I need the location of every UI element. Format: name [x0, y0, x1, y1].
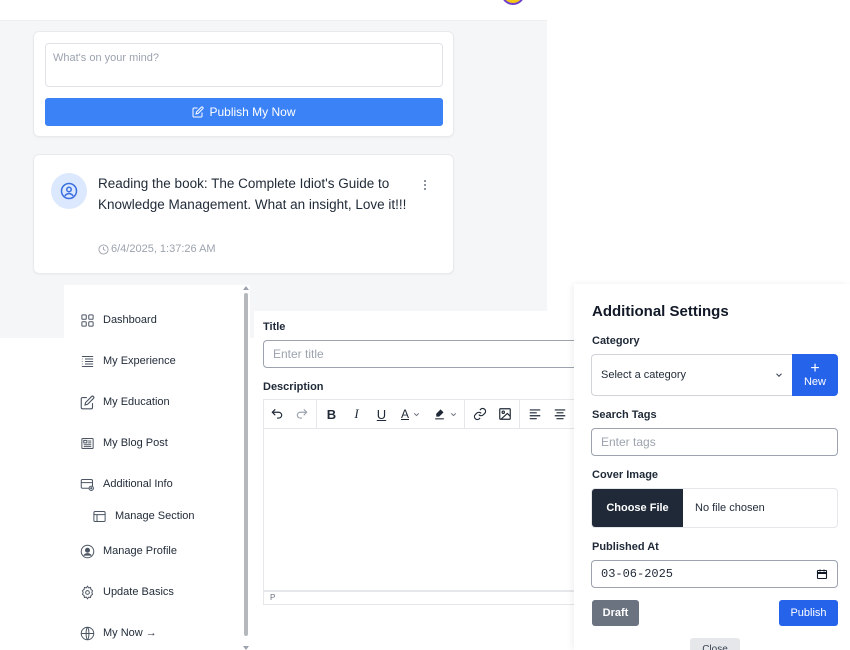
- settings-heading: Additional Settings: [592, 303, 729, 320]
- bold-icon[interactable]: B: [319, 399, 344, 429]
- sidebar-item-additional-info[interactable]: Additional Info: [80, 475, 173, 493]
- published-at-label: Published At: [592, 541, 659, 553]
- window-icon: [93, 510, 106, 522]
- sidebar-scrollbar[interactable]: [244, 293, 248, 636]
- draft-button[interactable]: Draft: [592, 600, 639, 626]
- now-composer: What's on your mind? Publish My Now: [33, 31, 454, 137]
- list-icon: [81, 355, 94, 367]
- publish-button[interactable]: Publish: [779, 600, 838, 626]
- globe-icon: [80, 626, 95, 640]
- sidebar-item-manage-profile[interactable]: Manage Profile: [80, 542, 177, 560]
- calendar-icon[interactable]: [816, 568, 828, 580]
- grid-icon: [81, 313, 94, 327]
- text-color-icon[interactable]: A: [394, 399, 428, 429]
- plus-icon: +: [810, 360, 820, 377]
- gear-icon: [81, 584, 94, 600]
- cover-image-input: Choose File No file chosen: [591, 488, 838, 528]
- sidebar-item-label: My Experience: [103, 355, 176, 367]
- description-label: Description: [263, 381, 324, 393]
- sidebar-item-label: Dashboard: [103, 314, 157, 326]
- new-category-button[interactable]: + New: [792, 354, 838, 396]
- choose-file-button[interactable]: Choose File: [592, 489, 683, 527]
- close-button[interactable]: Close: [690, 638, 740, 650]
- user-circle-icon: [80, 544, 95, 558]
- description-editor[interactable]: [263, 429, 593, 591]
- sidebar-item-my-education[interactable]: My Education: [80, 393, 170, 411]
- now-input[interactable]: What's on your mind?: [45, 43, 443, 87]
- align-center-icon[interactable]: [547, 399, 572, 429]
- clock-icon: [98, 243, 109, 255]
- publish-my-now-label: Publish My Now: [209, 105, 296, 119]
- published-at-input[interactable]: 03-06-2025: [591, 560, 838, 588]
- tags-label: Search Tags: [592, 409, 657, 421]
- newspaper-icon: [81, 437, 94, 449]
- post-more-icon[interactable]: [420, 177, 430, 193]
- post-avatar: [51, 173, 87, 209]
- underline-icon[interactable]: U: [369, 399, 394, 429]
- publish-my-now-button[interactable]: Publish My Now: [45, 98, 443, 126]
- no-file-text: No file chosen: [695, 502, 765, 514]
- new-category-label: New: [803, 376, 826, 388]
- cover-image-label: Cover Image: [592, 469, 659, 481]
- post-timestamp: 6/4/2025, 1:37:26 AM: [98, 243, 216, 255]
- sidebar-item-label: Update Basics: [103, 586, 174, 598]
- post-text: Reading the book: The Complete Idiot's G…: [98, 176, 407, 212]
- scroll-up-arrow-icon[interactable]: [243, 286, 249, 290]
- category-value: Select a category: [601, 369, 686, 381]
- sidebar-item-my-blog-post[interactable]: My Blog Post: [80, 434, 168, 452]
- chevron-down-icon: [776, 373, 782, 377]
- post-timestamp-text: 6/4/2025, 1:37:26 AM: [111, 243, 216, 255]
- title-input[interactable]: Enter title: [263, 340, 593, 368]
- link-icon[interactable]: [467, 399, 492, 429]
- tags-input[interactable]: Enter tags: [591, 428, 838, 456]
- category-label: Category: [592, 335, 640, 347]
- scroll-down-arrow-icon[interactable]: [243, 646, 249, 650]
- edit-icon: [192, 106, 205, 118]
- category-select[interactable]: Select a category: [591, 354, 793, 396]
- sidebar-item-label: Manage Section: [115, 510, 195, 522]
- italic-icon[interactable]: I: [344, 399, 369, 429]
- sidebar-item-label: My Education: [103, 396, 170, 408]
- undo-icon[interactable]: [264, 399, 289, 429]
- highlight-icon[interactable]: [428, 399, 462, 429]
- sidebar-item-label: My Blog Post: [103, 437, 168, 449]
- image-icon[interactable]: [492, 399, 517, 429]
- edit-icon: [80, 395, 95, 409]
- sidebar-item-manage-section[interactable]: Manage Section: [92, 507, 195, 525]
- title-label: Title: [263, 321, 286, 333]
- user-avatar[interactable]: [501, 0, 525, 5]
- sidebar-item-update-basics[interactable]: Update Basics: [80, 583, 174, 601]
- card-settings-icon: [80, 478, 94, 491]
- sidebar-item-my-now[interactable]: My Now →: [80, 624, 157, 642]
- top-bar: [0, 0, 547, 21]
- user-circle-icon: [60, 182, 78, 200]
- sidebar-item-label: Additional Info: [103, 478, 173, 490]
- now-post-card: Reading the book: The Complete Idiot's G…: [33, 154, 454, 274]
- editor-status-path: P: [263, 591, 593, 605]
- sidebar-item-my-experience[interactable]: My Experience: [80, 352, 176, 370]
- sidebar-item-dashboard[interactable]: Dashboard: [80, 311, 157, 329]
- sidebar-item-label: Manage Profile: [103, 545, 177, 557]
- sidebar-item-label: My Now →: [103, 627, 157, 639]
- editor-toolbar: B I U A: [263, 399, 593, 429]
- published-at-value: 03-06-2025: [601, 567, 674, 581]
- redo-icon[interactable]: [289, 399, 314, 429]
- align-left-icon[interactable]: [522, 399, 547, 429]
